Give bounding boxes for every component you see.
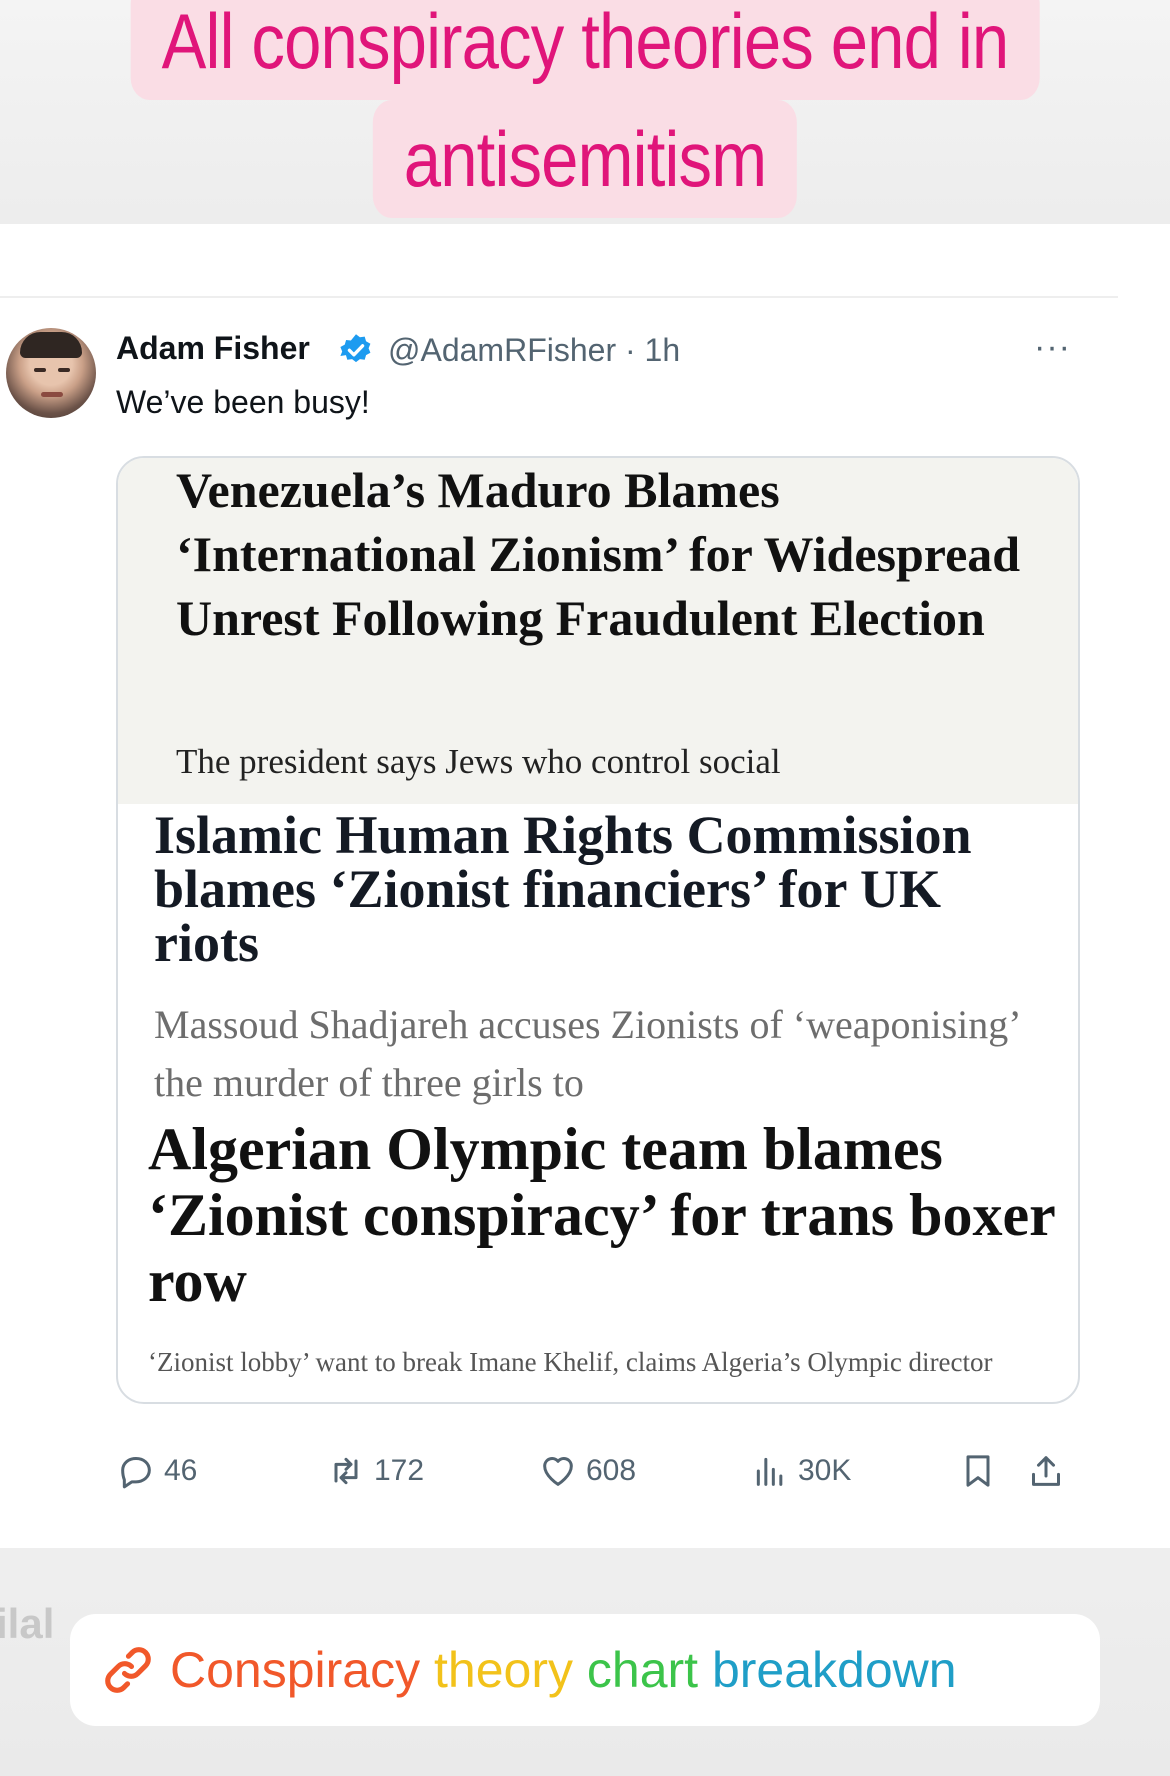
- link-icon: [105, 1647, 151, 1693]
- share-button[interactable]: [1026, 1446, 1074, 1496]
- bookmark-icon: [966, 1455, 990, 1487]
- repost-icon: [334, 1457, 358, 1485]
- link-word: theory: [434, 1642, 573, 1698]
- tweet-text: We’ve been busy!: [116, 384, 370, 420]
- avatar[interactable]: [6, 328, 96, 418]
- avatar-eye: [58, 368, 70, 372]
- reply-count: 46: [164, 1454, 198, 1487]
- link-word: breakdown: [711, 1642, 957, 1698]
- like-count: 608: [586, 1454, 637, 1487]
- views-button[interactable]: 30K: [750, 1446, 851, 1496]
- avatar-hair: [20, 332, 82, 358]
- link-word: chart: [586, 1642, 699, 1698]
- handle-and-time[interactable]: @AdamRFisher · 1h: [388, 332, 680, 369]
- link-word: Conspiracy: [170, 1642, 421, 1698]
- tweet-media[interactable]: Venezuela’s Maduro Blames ‘International…: [116, 456, 1080, 1404]
- avatar-eye: [34, 368, 46, 372]
- headline-screenshot-1: Venezuela’s Maduro Blames ‘International…: [118, 458, 1078, 804]
- avatar-mouth: [41, 392, 63, 397]
- reply-button[interactable]: 46: [116, 1446, 197, 1496]
- author-name[interactable]: Adam Fisher: [116, 330, 310, 367]
- more-options-icon[interactable]: ···: [1034, 328, 1071, 367]
- divider: [0, 296, 1118, 298]
- like-button[interactable]: 608: [538, 1446, 636, 1496]
- caption-line-2: antisemitism: [372, 100, 798, 218]
- headline-subtitle: Massoud Shadjareh accuses Zionists of ‘w…: [154, 1002, 1019, 1105]
- headline-title: Venezuela’s Maduro Blames ‘International…: [176, 462, 1021, 646]
- repost-count: 172: [374, 1454, 425, 1487]
- repost-button[interactable]: 172: [326, 1446, 424, 1496]
- headline-title: Islamic Human Rights Commission blames ‘…: [154, 805, 972, 973]
- background-partial-text: ilal: [0, 1600, 55, 1647]
- views-chart-icon: [756, 1457, 783, 1486]
- link-sticker-label[interactable]: Conspiracy theory chart breakdown: [170, 1641, 957, 1699]
- headline-title: Algerian Olympic team blames ‘Zionist co…: [148, 1116, 1055, 1314]
- action-bar: 46 172 608 30K: [116, 1446, 1076, 1496]
- link-sticker[interactable]: Conspiracy theory chart breakdown: [70, 1614, 1100, 1726]
- views-count: 30K: [798, 1454, 852, 1487]
- caption-line-1: All conspiracy theories end in: [130, 0, 1040, 100]
- bookmark-button[interactable]: [958, 1446, 1006, 1496]
- tweet-card[interactable]: Adam Fisher @AdamRFisher · 1h ··· We’ve …: [0, 224, 1170, 1548]
- reply-icon: [121, 1457, 151, 1489]
- verified-badge-icon: [340, 334, 371, 363]
- headline-subtitle: ‘Zionist lobby’ want to break Imane Khel…: [148, 1347, 993, 1377]
- share-icon: [1032, 1456, 1060, 1486]
- headline-subtitle: The president says Jews who control soci…: [176, 742, 781, 781]
- heart-icon: [543, 1457, 573, 1486]
